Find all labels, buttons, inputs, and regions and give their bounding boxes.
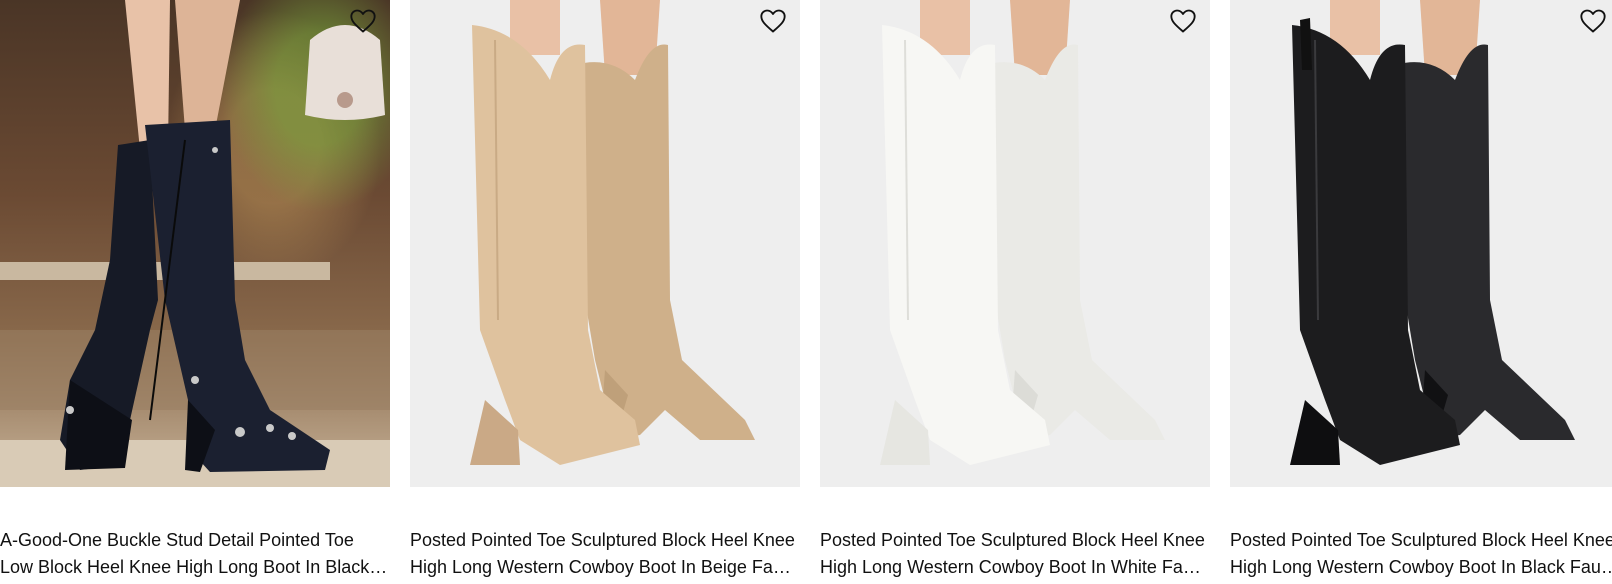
product-card[interactable]: Posted Pointed Toe Sculptured Block Heel… bbox=[1230, 0, 1612, 581]
wishlist-heart-icon[interactable] bbox=[758, 6, 788, 36]
wishlist-heart-icon[interactable] bbox=[1168, 6, 1198, 36]
product-title[interactable]: Posted Pointed Toe Sculptured Block Heel… bbox=[410, 527, 800, 581]
product-title[interactable]: Posted Pointed Toe Sculptured Block Heel… bbox=[820, 527, 1210, 581]
product-title[interactable]: A-Good-One Buckle Stud Detail Pointed To… bbox=[0, 527, 390, 581]
product-photo bbox=[1290, 0, 1575, 465]
product-image[interactable] bbox=[410, 0, 800, 487]
product-card[interactable]: Posted Pointed Toe Sculptured Block Heel… bbox=[410, 0, 800, 581]
product-card[interactable]: Posted Pointed Toe Sculptured Block Heel… bbox=[820, 0, 1210, 581]
product-image[interactable] bbox=[820, 0, 1210, 487]
product-card[interactable]: A-Good-One Buckle Stud Detail Pointed To… bbox=[0, 0, 390, 581]
product-photo bbox=[0, 0, 390, 487]
product-photo bbox=[470, 0, 755, 465]
wishlist-heart-icon[interactable] bbox=[348, 6, 378, 36]
product-title[interactable]: Posted Pointed Toe Sculptured Block Heel… bbox=[1230, 527, 1612, 581]
product-image[interactable] bbox=[1230, 0, 1612, 487]
product-photo bbox=[880, 0, 1165, 465]
product-image[interactable] bbox=[0, 0, 390, 487]
product-grid: A-Good-One Buckle Stud Detail Pointed To… bbox=[0, 0, 1612, 584]
wishlist-heart-icon[interactable] bbox=[1578, 6, 1608, 36]
